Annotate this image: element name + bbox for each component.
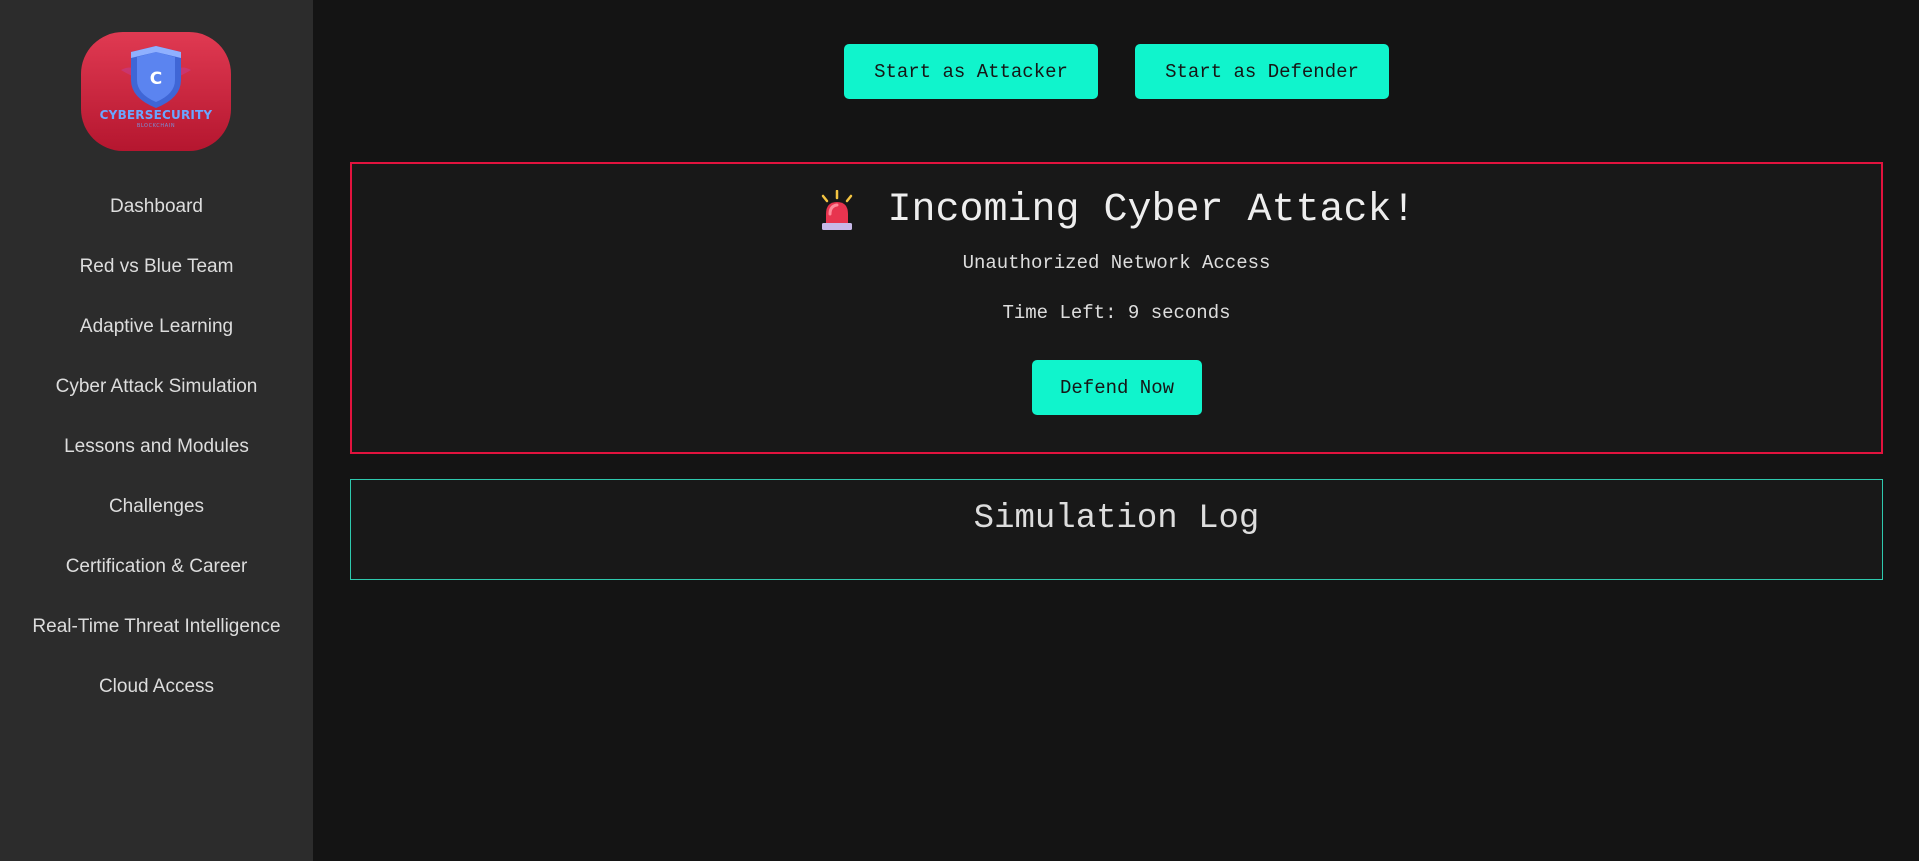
alert-title: Incoming Cyber Attack! (887, 188, 1416, 233)
simulation-log-title: Simulation Log (973, 500, 1260, 538)
time-left: Time Left: 9 seconds (1002, 302, 1231, 324)
sidebar-item-cloud-access[interactable]: Cloud Access (0, 666, 313, 726)
defend-now-button[interactable]: Defend Now (1032, 360, 1202, 415)
sidebar-item-certification-career[interactable]: Certification & Career (0, 546, 313, 606)
sidebar-item-adaptive-learning[interactable]: Adaptive Learning (0, 306, 313, 366)
sidebar-item-challenges[interactable]: Challenges (0, 486, 313, 546)
start-as-attacker-button[interactable]: Start as Attacker (844, 44, 1098, 99)
attack-type: Unauthorized Network Access (962, 252, 1271, 274)
logo-text: CYBERSECURITY (99, 108, 213, 122)
cybersecurity-logo[interactable]: C CYBERSECURITY BLOCKCHAIN (81, 32, 231, 151)
sidebar-item-lessons-and-modules[interactable]: Lessons and Modules (0, 426, 313, 486)
sidebar-item-dashboard[interactable]: Dashboard (0, 186, 313, 246)
attack-alert-panel: Incoming Cyber Attack! Unauthorized Netw… (350, 162, 1883, 454)
shield-icon: C (121, 46, 191, 108)
siren-icon (822, 189, 853, 230)
sidebar: C CYBERSECURITY BLOCKCHAIN Dashboard Red… (0, 0, 313, 861)
sidebar-item-cyber-attack-simulation[interactable]: Cyber Attack Simulation (0, 366, 313, 426)
sidebar-item-red-vs-blue-team[interactable]: Red vs Blue Team (0, 246, 313, 306)
simulation-log-panel: Simulation Log (350, 479, 1883, 580)
sidebar-nav: Dashboard Red vs Blue Team Adaptive Lear… (0, 186, 313, 726)
start-as-defender-button[interactable]: Start as Defender (1135, 44, 1389, 99)
sidebar-item-threat-intelligence[interactable]: Real-Time Threat Intelligence (0, 606, 313, 666)
logo-letter: C (150, 69, 162, 89)
alert-heading: Incoming Cyber Attack! (352, 188, 1881, 233)
logo-subtext: BLOCKCHAIN (136, 123, 176, 129)
